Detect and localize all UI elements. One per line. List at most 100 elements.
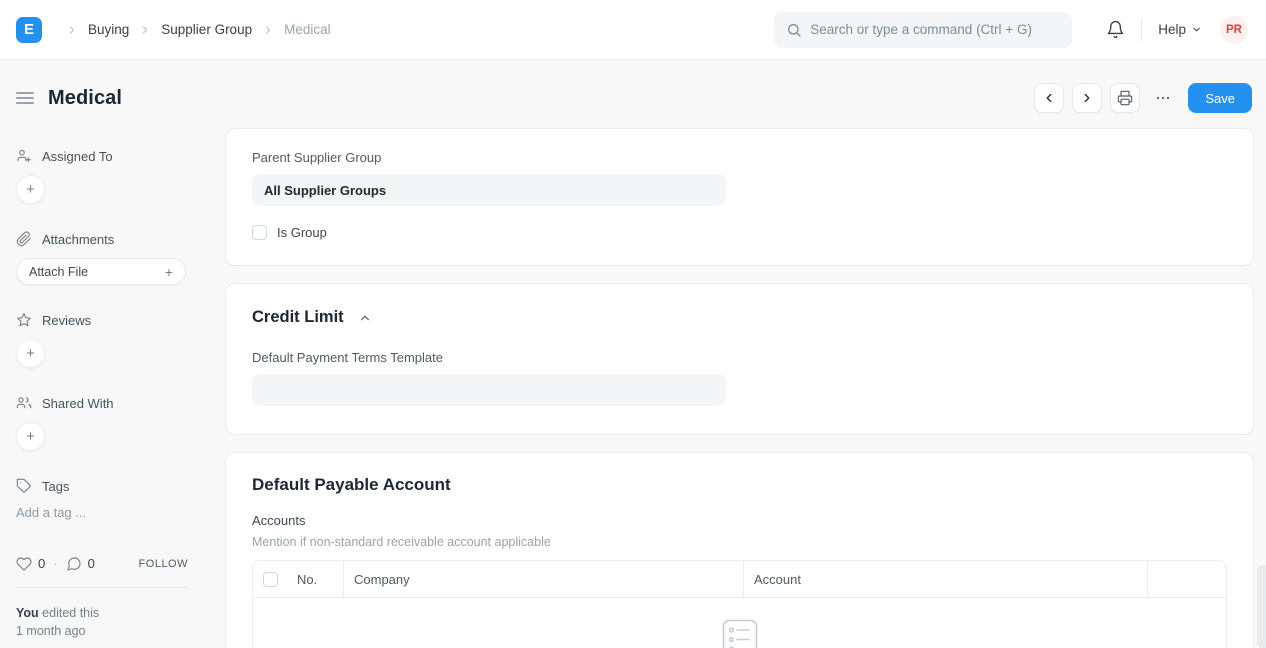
next-record-button[interactable] <box>1072 83 1102 113</box>
comments-count: 0 <box>88 556 95 571</box>
breadcrumb-item-buying[interactable]: Buying <box>88 22 129 37</box>
attach-file-label: Attach File <box>29 265 88 279</box>
paperclip-icon <box>16 231 32 247</box>
payment-terms-template-field[interactable] <box>252 374 726 406</box>
reviews-header[interactable]: Reviews <box>16 312 225 328</box>
likes-row: 0 · 0 FOLLOW <box>16 556 188 572</box>
heart-icon[interactable] <box>16 556 32 572</box>
attachments-header[interactable]: Attachments <box>16 231 225 247</box>
global-search <box>774 12 1072 48</box>
ellipsis-icon <box>1155 90 1171 106</box>
default-payable-account-title: Default Payable Account <box>252 475 1227 495</box>
sidebar-footer: 0 · 0 FOLLOW You edited this 1 month ago <box>16 556 188 640</box>
sidebar-toggle-icon[interactable] <box>16 89 34 107</box>
grid-empty-state <box>253 598 1226 648</box>
add-tag-input[interactable]: Add a tag ... <box>16 505 225 520</box>
chevron-up-icon <box>358 311 372 325</box>
tags-header: Tags <box>16 478 225 494</box>
notifications-bell-icon[interactable] <box>1102 16 1129 43</box>
credit-limit-card: Credit Limit Default Payment Terms Templ… <box>225 283 1254 435</box>
accounts-label: Accounts <box>252 513 1227 528</box>
reviews-section: Reviews + <box>16 312 225 368</box>
tags-label: Tags <box>42 479 69 494</box>
comment-icon[interactable] <box>66 556 82 572</box>
default-payable-account-card: Default Payable Account Accounts Mention… <box>225 452 1254 648</box>
navbar: E Buying Supplier Group Medical <box>0 0 1266 60</box>
app-logo-icon[interactable]: E <box>16 17 42 43</box>
select-all-checkbox[interactable] <box>263 572 278 587</box>
page-head-actions: Save <box>1034 83 1252 113</box>
credit-limit-header: Credit Limit <box>252 308 1227 327</box>
user-avatar[interactable]: PR <box>1220 16 1248 44</box>
users-icon <box>16 395 32 411</box>
navbar-divider <box>1141 19 1142 41</box>
add-assignment-button[interactable]: + <box>16 175 45 204</box>
form-sidebar: Assigned To + Attachments Attach File + <box>0 128 225 648</box>
navbar-right: Help PR <box>1102 16 1248 44</box>
sidebar-divider <box>16 587 188 588</box>
accounts-grid-header: No. Company Account <box>253 561 1226 598</box>
chevron-right-icon <box>139 24 151 36</box>
printer-icon <box>1117 90 1133 106</box>
details-card: Parent Supplier Group All Supplier Group… <box>225 128 1254 266</box>
likes-count: 0 <box>38 556 45 571</box>
prev-record-button[interactable] <box>1034 83 1064 113</box>
grid-column-actions <box>1147 561 1226 597</box>
add-review-button[interactable]: + <box>16 339 45 368</box>
assigned-to-label: Assigned To <box>42 149 113 164</box>
scrollbar-thumb[interactable] <box>1257 565 1266 648</box>
tags-section: Tags Add a tag ... <box>16 478 225 520</box>
parent-supplier-group-label: Parent Supplier Group <box>252 150 1227 165</box>
empty-list-icon <box>722 619 758 648</box>
follow-button[interactable]: FOLLOW <box>139 558 188 570</box>
chevron-right-icon <box>262 24 274 36</box>
breadcrumb-item-supplier-group[interactable]: Supplier Group <box>161 22 252 37</box>
is-group-row: Is Group <box>252 225 1227 240</box>
attachments-label: Attachments <box>42 232 114 247</box>
shared-with-header[interactable]: Shared With <box>16 395 225 411</box>
form-body: Parent Supplier Group All Supplier Group… <box>225 128 1254 648</box>
shared-with-label: Shared With <box>42 396 114 411</box>
payment-terms-template-label: Default Payment Terms Template <box>252 350 1227 365</box>
accounts-grid: No. Company Account <box>252 560 1227 648</box>
edited-by: You <box>16 606 39 620</box>
page-head-left: Medical <box>16 87 122 110</box>
add-share-button[interactable]: + <box>16 422 45 451</box>
breadcrumb: Buying Supplier Group Medical <box>56 22 331 37</box>
is-group-checkbox[interactable] <box>252 225 267 240</box>
dot-separator: · <box>53 556 57 571</box>
is-group-label[interactable]: Is Group <box>277 225 327 240</box>
search-input[interactable] <box>774 12 1072 48</box>
search-icon <box>786 22 802 38</box>
attachments-section: Attachments Attach File + <box>16 231 225 285</box>
more-menu-button[interactable] <box>1148 83 1178 113</box>
chevron-right-icon <box>66 24 78 36</box>
breadcrumb-item-current: Medical <box>284 22 331 37</box>
print-button[interactable] <box>1110 83 1140 113</box>
save-button[interactable]: Save <box>1188 83 1252 113</box>
app-window: E Buying Supplier Group Medical <box>0 0 1266 648</box>
accounts-description: Mention if non-standard receivable accou… <box>252 535 1227 549</box>
parent-supplier-group-field[interactable]: All Supplier Groups <box>252 174 726 206</box>
edited-action: edited this <box>39 606 99 620</box>
collapse-section-button[interactable] <box>356 309 374 327</box>
grid-column-company[interactable]: Company <box>343 561 743 597</box>
page-head: Medical Save <box>0 60 1266 128</box>
credit-limit-title: Credit Limit <box>252 308 344 327</box>
attach-file-button[interactable]: Attach File + <box>16 258 186 285</box>
page-title: Medical <box>48 87 122 110</box>
help-menu[interactable]: Help <box>1158 22 1202 37</box>
content: Assigned To + Attachments Attach File + <box>0 128 1266 648</box>
help-label: Help <box>1158 22 1186 37</box>
plus-icon: + <box>165 264 173 280</box>
assigned-to-header[interactable]: Assigned To <box>16 148 225 164</box>
reviews-label: Reviews <box>42 313 91 328</box>
shared-with-section: Shared With + <box>16 395 225 451</box>
star-icon <box>16 312 32 328</box>
grid-select-all-cell <box>253 561 287 597</box>
chevron-down-icon <box>1191 24 1202 35</box>
last-edited-info: You edited this 1 month ago <box>16 604 188 640</box>
grid-column-no: No. <box>287 561 343 597</box>
grid-column-account[interactable]: Account <box>743 561 1147 597</box>
user-plus-icon <box>16 148 32 164</box>
